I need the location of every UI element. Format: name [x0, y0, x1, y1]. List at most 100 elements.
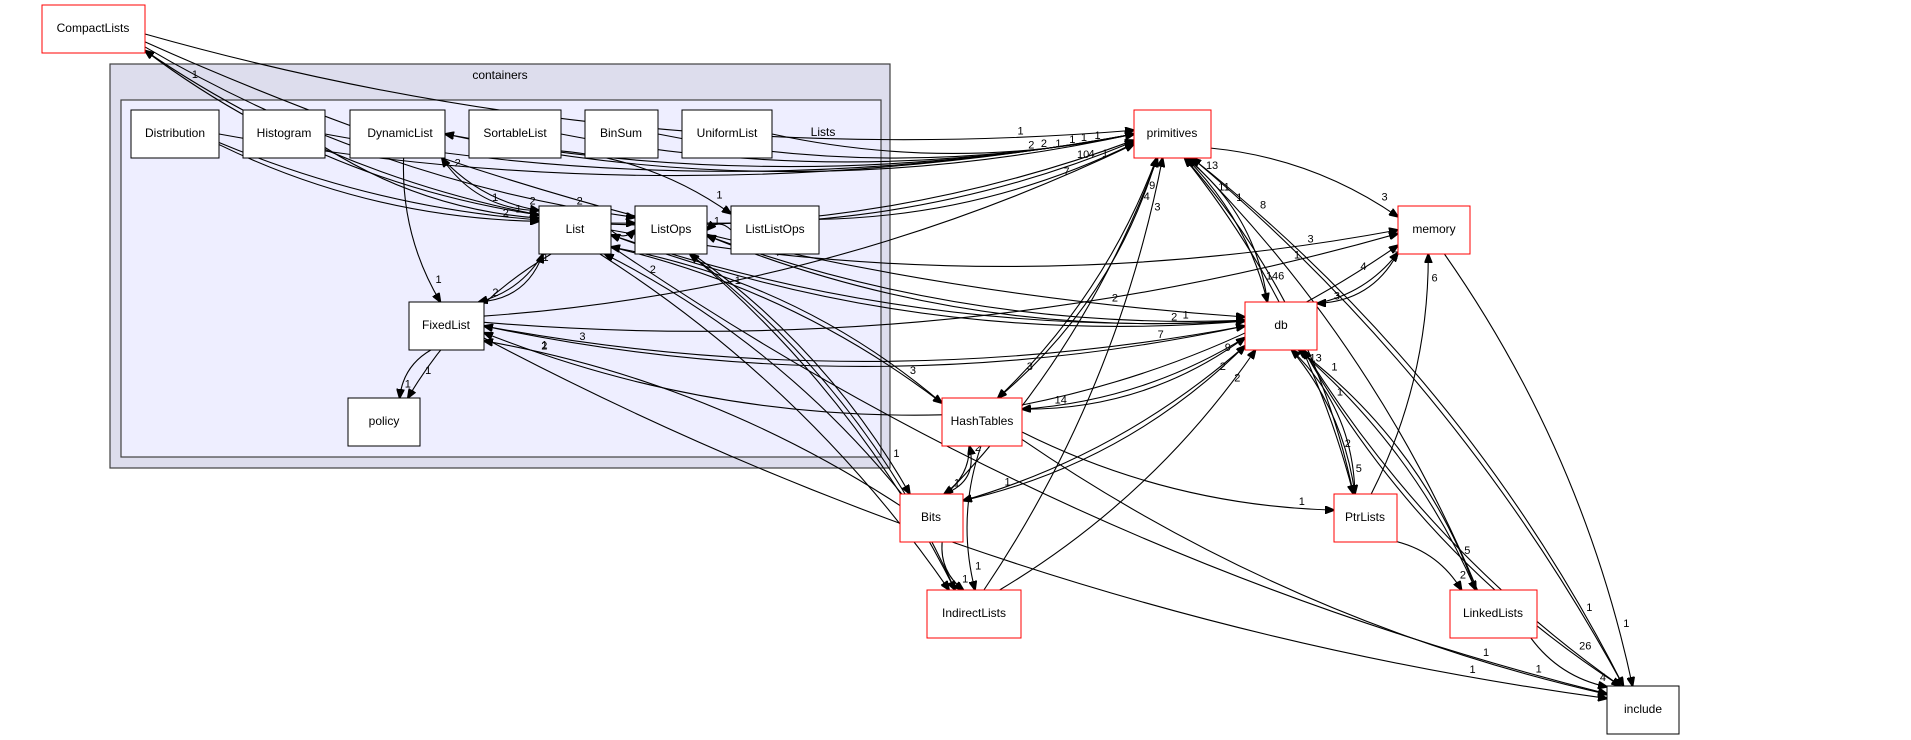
edge-label: 1 — [1536, 664, 1542, 676]
edge-label: 2 — [1345, 438, 1351, 450]
node-dynamiclist-label: DynamicList — [367, 126, 433, 140]
edge-label: 1 — [425, 365, 431, 377]
node-listops[interactable]: ListOps — [634, 205, 708, 255]
cluster-lists-label: Lists — [811, 125, 836, 139]
edge-label: 1 — [405, 379, 411, 391]
node-fixedlist[interactable]: FixedList — [408, 301, 485, 351]
edge-label: 9 — [1149, 180, 1155, 192]
edge-label: 2 — [503, 208, 509, 220]
edge-label: 2 — [1171, 312, 1177, 324]
edge-label: 3 — [1308, 233, 1314, 245]
node-fixedlist-label: FixedList — [422, 318, 471, 332]
node-memory[interactable]: memory — [1397, 205, 1471, 255]
node-linkedlists[interactable]: LinkedLists — [1449, 589, 1538, 639]
edge-label: 1 — [1236, 192, 1242, 204]
node-histogram[interactable]: Histogram — [242, 109, 326, 159]
edge-label: 4 — [1144, 191, 1150, 203]
edge-label: 1 — [954, 478, 960, 490]
node-linkedlists-label: LinkedLists — [1463, 606, 1523, 620]
edge-hashtables-to-include — [1021, 438, 1607, 694]
edge-label: 1 — [1483, 647, 1489, 659]
node-bits-label: Bits — [921, 510, 941, 524]
node-list[interactable]: List — [538, 205, 612, 255]
edge-label: 3 — [579, 331, 585, 343]
node-distribution-label: Distribution — [145, 126, 205, 140]
edge-label: 1 — [1081, 132, 1087, 144]
edge-label: 1 — [962, 573, 968, 585]
node-sortablelist[interactable]: SortableList — [468, 109, 562, 159]
edge-memory-to-db — [1317, 252, 1399, 304]
edge-label: 1 — [1102, 148, 1108, 160]
node-sortablelist-label: SortableList — [483, 126, 547, 140]
node-distribution[interactable]: Distribution — [130, 109, 220, 159]
edge-label: 1 — [1095, 130, 1101, 142]
node-primitives[interactable]: primitives — [1133, 109, 1212, 159]
edge-primitives-to-memory — [1210, 147, 1398, 217]
edge-label: 3 — [1334, 290, 1340, 302]
edge-label: 1 — [1183, 309, 1189, 321]
edge-label: 1 — [541, 340, 547, 352]
edge-label: 6 — [1432, 272, 1438, 284]
edge-indirectlists-to-db — [999, 350, 1256, 591]
node-memory-label: memory — [1412, 222, 1455, 236]
edge-label: 1 — [975, 561, 981, 573]
node-dynamiclist[interactable]: DynamicList — [349, 109, 446, 159]
node-hashtables-label: HashTables — [951, 414, 1014, 428]
edge-label: 2 — [1041, 138, 1047, 150]
node-policy-label: policy — [369, 414, 400, 428]
edge-label: 2 — [577, 195, 583, 207]
edge-label: 1 — [1337, 387, 1343, 399]
edge-label: 4 — [1360, 261, 1366, 273]
node-listlistops[interactable]: ListListOps — [730, 205, 820, 255]
node-compactlists[interactable]: CompactLists — [41, 4, 146, 54]
edge-label: 146 — [1266, 270, 1284, 282]
edge-label: 1 — [716, 189, 722, 201]
edge-label: 2 — [1460, 569, 1466, 581]
edge-label: 2 — [455, 158, 461, 170]
edge-label: 13 — [1309, 353, 1321, 365]
node-db[interactable]: db — [1244, 301, 1318, 351]
node-include[interactable]: include — [1606, 685, 1680, 735]
node-ptrlists[interactable]: PtrLists — [1333, 493, 1398, 543]
node-listlistops-label: ListListOps — [745, 222, 804, 236]
edge-label: 5 — [1464, 545, 1470, 557]
edge-label: 7 — [1063, 166, 1069, 178]
node-hashtables[interactable]: HashTables — [941, 397, 1023, 447]
edge-label: 1 — [1004, 477, 1010, 489]
node-indirectlists[interactable]: IndirectLists — [926, 589, 1022, 639]
edge-label: 7 — [1158, 329, 1164, 341]
node-binsum-label: BinSum — [600, 126, 642, 140]
edge-bits-to-indirectlists — [941, 541, 963, 590]
edge-label: 1 — [515, 203, 521, 215]
edge-label: 1 — [1299, 496, 1305, 508]
edge-label: 1 — [1331, 361, 1337, 373]
node-policy[interactable]: policy — [347, 397, 421, 447]
edge-label: 1 — [714, 215, 720, 227]
edge-label: 2 — [529, 196, 535, 208]
edge-label: 5 — [1356, 463, 1362, 475]
node-uniformlist[interactable]: UniformList — [681, 109, 773, 159]
edge-hashtables-to-ptrlists — [1021, 431, 1334, 510]
edge-label: 2 — [1028, 140, 1034, 152]
node-bits[interactable]: Bits — [899, 493, 964, 543]
edge-db-to-memory — [1316, 253, 1398, 304]
edge-label: 10 — [1077, 149, 1089, 161]
node-uniformlist-label: UniformList — [697, 126, 758, 140]
edge-label: 11 — [1218, 182, 1229, 194]
edge-label: 1 — [893, 448, 899, 460]
node-compactlists-label: CompactLists — [57, 21, 130, 35]
edge-hashtables-to-memory — [1021, 245, 1398, 406]
edge-label: 2 — [1220, 361, 1226, 373]
edge-label: 1 — [435, 274, 441, 286]
edge-label: 13 — [1206, 160, 1218, 172]
edge-label: 2 — [1112, 293, 1118, 305]
node-binsum[interactable]: BinSum — [584, 109, 659, 159]
edge-label: 9 — [1225, 342, 1231, 354]
node-ptrlists-label: PtrLists — [1345, 510, 1385, 524]
edge-label: 2 — [492, 287, 498, 299]
edge-label: 3 — [1027, 361, 1033, 373]
edge-label: 8 — [1260, 199, 1266, 211]
edge-label: 1 — [1470, 664, 1476, 676]
cluster-containers-label: containers — [472, 68, 527, 82]
edge-label: 26 — [1579, 640, 1591, 652]
